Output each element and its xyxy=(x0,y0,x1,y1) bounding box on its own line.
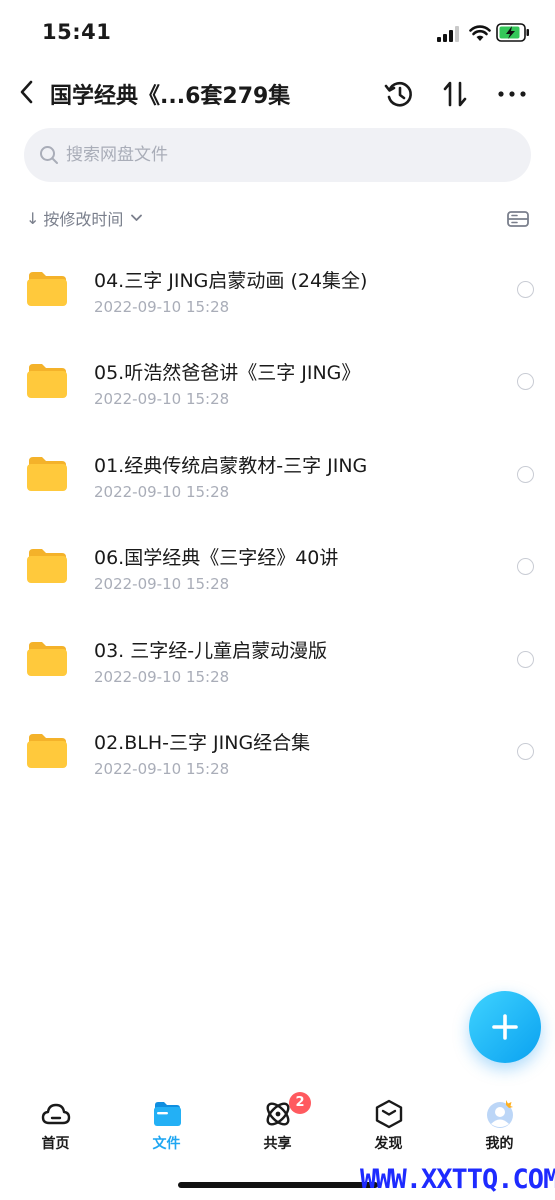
sort-direction-icon: ↓ xyxy=(26,208,40,228)
nav-header: 国学经典《...6套279集 xyxy=(0,68,555,120)
tab-home[interactable]: 首页 xyxy=(0,1090,111,1160)
folder-icon xyxy=(27,364,67,399)
file-date: 2022-09-10 15:28 xyxy=(94,759,230,778)
battery-charging-icon xyxy=(496,23,529,42)
file-name: 02.BLH-三字 JING经合集 xyxy=(94,731,311,754)
tab-label: 发现 xyxy=(374,1136,403,1152)
share-notification-badge: 2 xyxy=(289,1092,311,1114)
list-item[interactable]: 04.三字 JING启蒙动画 (24集全) 2022-09-10 15:28 xyxy=(0,244,555,336)
tab-label: 文件 xyxy=(152,1136,181,1152)
file-name: 04.三字 JING启蒙动画 (24集全) xyxy=(94,270,368,292)
chevron-down-icon xyxy=(131,214,143,221)
status-bar: 15:41 xyxy=(0,0,555,64)
file-date: 2022-09-10 15:28 xyxy=(94,298,230,316)
tab-bar: 首页 文件 共享 发现 我的 xyxy=(0,1090,555,1160)
sort-icon[interactable] xyxy=(440,78,472,110)
select-radio[interactable] xyxy=(517,373,534,391)
folder-icon xyxy=(27,549,67,584)
cloud-icon xyxy=(41,1103,71,1125)
list-item[interactable]: 01.经典传统启蒙教材-三字 JING 2022-09-10 15:28 xyxy=(0,429,555,521)
tab-share[interactable]: 共享 xyxy=(222,1090,333,1160)
folder-icon xyxy=(27,456,67,491)
watermark: WWW.XXTTQ.COM xyxy=(360,1164,555,1195)
file-date: 2022-09-10 15:28 xyxy=(94,667,230,686)
add-button[interactable] xyxy=(469,991,541,1063)
select-radio[interactable] xyxy=(517,742,534,760)
file-name: 06.国学经典《三字经》40讲 xyxy=(94,547,339,570)
file-name: 01.经典传统启蒙教材-三字 JING xyxy=(94,454,368,477)
folder-icon xyxy=(27,641,67,676)
page-title: 国学经典《...6套279集 xyxy=(50,84,291,109)
select-radio[interactable] xyxy=(517,558,534,576)
history-icon[interactable] xyxy=(383,78,415,110)
select-radio[interactable] xyxy=(517,465,534,483)
tab-label: 首页 xyxy=(41,1136,70,1152)
back-icon[interactable] xyxy=(16,78,38,106)
list-item[interactable]: 05.听浩然爸爸讲《三字 JING》 2022-09-10 15:28 xyxy=(0,336,555,428)
file-date: 2022-09-10 15:28 xyxy=(94,482,230,501)
view-mode-icon[interactable] xyxy=(507,210,529,228)
sort-label: 按修改时间 xyxy=(43,210,124,229)
home-indicator xyxy=(178,1182,378,1188)
wifi-icon xyxy=(469,25,491,41)
folder-icon xyxy=(154,1102,181,1126)
plus-icon xyxy=(492,1014,518,1040)
file-date: 2022-09-10 15:28 xyxy=(94,575,230,594)
tab-files[interactable]: 文件 xyxy=(111,1090,222,1160)
search-bar[interactable] xyxy=(24,128,531,182)
tab-label: 共享 xyxy=(263,1136,292,1152)
list-item[interactable]: 06.国学经典《三字经》40讲 2022-09-10 15:28 xyxy=(0,521,555,613)
status-time: 15:41 xyxy=(42,20,112,44)
list-item[interactable]: 03. 三字经-儿童启蒙动漫版 2022-09-10 15:28 xyxy=(0,614,555,706)
tab-discover[interactable]: 发现 xyxy=(333,1090,444,1160)
signal-icon xyxy=(437,26,459,42)
select-radio[interactable] xyxy=(517,281,534,298)
file-list: 04.三字 JING启蒙动画 (24集全) 2022-09-10 15:28 0… xyxy=(0,244,555,798)
search-icon xyxy=(40,146,58,164)
file-name: 05.听浩然爸爸讲《三字 JING》 xyxy=(94,362,361,385)
more-icon[interactable] xyxy=(496,78,528,110)
folder-icon xyxy=(27,272,67,306)
file-name: 03. 三字经-儿童启蒙动漫版 xyxy=(94,639,328,662)
tab-label: 我的 xyxy=(485,1136,514,1152)
sort-selector[interactable]: ↓ 按修改时间 xyxy=(26,204,143,232)
file-date: 2022-09-10 15:28 xyxy=(94,390,230,409)
folder-icon xyxy=(27,733,67,768)
avatar-icon xyxy=(487,1100,513,1128)
select-radio[interactable] xyxy=(517,650,534,668)
cube-icon xyxy=(375,1099,403,1129)
list-item[interactable]: 02.BLH-三字 JING经合集 2022-09-10 15:28 xyxy=(0,706,555,798)
search-input[interactable] xyxy=(66,128,506,182)
tab-profile[interactable]: 我的 xyxy=(444,1090,555,1160)
